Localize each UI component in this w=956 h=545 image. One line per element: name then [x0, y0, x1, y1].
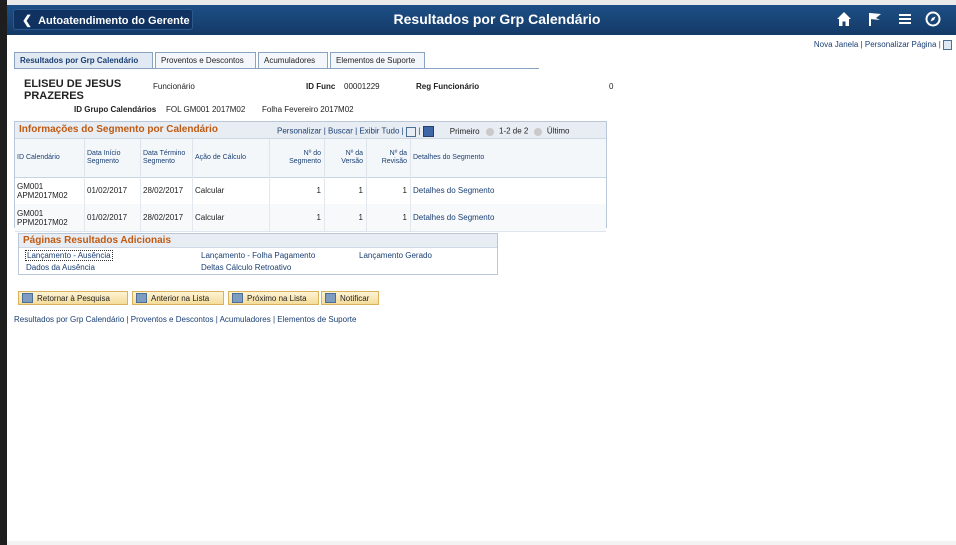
cell-action: Calcular [193, 177, 270, 204]
tab-resultados[interactable]: Resultados por Grp Calendário [14, 52, 153, 68]
link-lancamento-ausencia[interactable]: Lançamento - Ausência [25, 250, 113, 261]
cell-end: 28/02/2017 [141, 177, 193, 204]
window-left-edge [0, 0, 7, 545]
group-value: FOL GM001 2017M02 [166, 105, 246, 114]
table-row: GM001 APM2017M02 01/02/2017 28/02/2017 C… [15, 177, 606, 205]
cell-ver: 1 [325, 177, 367, 204]
new-window-link[interactable]: Nova Janela [814, 40, 858, 49]
cell-id: GM001 PPM2017M02 [15, 204, 85, 231]
top-links: Nova Janela | Personalizar Página | [814, 40, 952, 50]
tab-acumuladores[interactable]: Acumuladores [258, 52, 328, 68]
cell-seg: 1 [270, 204, 325, 231]
home-icon[interactable] [836, 11, 852, 32]
cell-rev: 1 [367, 177, 411, 204]
return-button-label: Retornar à Pesquisa [37, 294, 110, 303]
back-button[interactable]: ❮ Autoatendimento do Gerente [13, 9, 193, 30]
id-func-value: 00001229 [344, 82, 380, 91]
additional-pages-title: Páginas Resultados Adicionais [23, 235, 172, 246]
page-title: Resultados por Grp Calendário [393, 11, 601, 27]
group-description: Folha Fevereiro 2017M02 [262, 105, 354, 114]
nav-range: 1-2 de 2 [499, 126, 529, 136]
next-icon [232, 292, 243, 303]
cell-action: Calcular [193, 204, 270, 231]
previous-button-label: Anterior na Lista [151, 294, 210, 303]
cell-seg: 1 [270, 177, 325, 204]
nav-first[interactable]: Primeiro [450, 127, 480, 136]
col-detalhes: Detalhes do Segmento [413, 154, 485, 161]
cell-end: 28/02/2017 [141, 204, 193, 231]
table-row: GM001 PPM2017M02 01/02/2017 28/02/2017 C… [15, 204, 606, 232]
footer-strip [7, 541, 956, 545]
additional-pages: Páginas Resultados Adicionais Lançamento… [18, 233, 498, 275]
return-to-search-button[interactable]: Retornar à Pesquisa [18, 291, 128, 305]
reg-label: Reg Funcionário [416, 82, 480, 91]
grid-zoom-icon[interactable] [405, 126, 416, 137]
next-button-label: Próximo na Lista [247, 294, 307, 303]
segment-details-link[interactable]: Detalhes do Segmento [411, 204, 607, 231]
previous-icon [136, 292, 147, 303]
id-func-label: ID Func [306, 82, 336, 91]
excel-icon[interactable] [422, 126, 434, 137]
grid-toolbar: Personalizar | Buscar | Exibir Tudo | | … [277, 126, 570, 137]
segment-details-link[interactable]: Detalhes do Segmento [411, 177, 607, 204]
group-label: ID Grupo Calendários [74, 105, 157, 114]
next-in-list-button[interactable]: Próximo na Lista [228, 291, 319, 305]
notify-icon [325, 292, 336, 303]
cell-id: GM001 APM2017M02 [15, 177, 85, 204]
arrow-left-icon[interactable] [485, 127, 494, 136]
cell-start: 01/02/2017 [85, 177, 141, 204]
employee-role: Funcionário [153, 82, 195, 91]
compass-icon[interactable] [925, 11, 941, 32]
col-id-calendario: ID Calendário [15, 139, 85, 177]
link-lancamento-folha[interactable]: Lançamento - Folha Pagamento [201, 251, 315, 260]
cell-rev: 1 [367, 204, 411, 231]
col-data-termino: Data Término Segmento [141, 139, 193, 177]
chevron-left-icon: ❮ [22, 13, 33, 27]
nav-last[interactable]: Último [547, 127, 570, 136]
arrow-right-icon[interactable] [533, 127, 542, 136]
segment-grid-title: Informações do Segmento por Calendário [19, 124, 218, 135]
employee-name: ELISEU DE JESUS PRAZERES [24, 78, 122, 102]
tab-underline [14, 68, 539, 69]
col-data-inicio: Data Início Segmento [85, 139, 141, 177]
additional-pages-header: Páginas Resultados Adicionais [19, 234, 497, 248]
col-num-revisao: Nº da Revisão [367, 139, 411, 177]
back-button-label: Autoatendimento do Gerente [38, 15, 190, 27]
notify-button[interactable]: Notificar [321, 291, 379, 305]
flag-icon[interactable] [867, 11, 883, 32]
app-header: ❮ Autoatendimento do Gerente Resultados p… [7, 5, 956, 35]
col-acao-calculo: Ação de Cálculo [193, 139, 270, 177]
segment-grid-header: Informações do Segmento por Calendário P… [15, 122, 606, 139]
table-header: ID Calendário Data Início Segmento Data … [15, 139, 606, 178]
segment-grid: Informações do Segmento por Calendário P… [14, 121, 607, 232]
personalize-page-link[interactable]: Personalizar Página [865, 40, 937, 49]
reg-value: 0 [609, 82, 614, 91]
grid-icon[interactable] [943, 40, 952, 50]
menu-icon[interactable] [897, 11, 913, 32]
link-dados-ausencia[interactable]: Dados da Ausência [26, 263, 95, 272]
cell-start: 01/02/2017 [85, 204, 141, 231]
col-num-versao: Nº da Versão [325, 139, 367, 177]
link-lancamento-gerado[interactable]: Lançamento Gerado [359, 251, 432, 260]
notify-button-label: Notificar [340, 294, 370, 303]
tab-proventos[interactable]: Proventos e Descontos [155, 52, 256, 68]
bottom-page-links[interactable]: Resultados por Grp Calendário | Provento… [14, 315, 356, 324]
col-num-segmento: Nº do Segmento [270, 139, 325, 177]
previous-in-list-button[interactable]: Anterior na Lista [132, 291, 224, 305]
cell-ver: 1 [325, 204, 367, 231]
tab-elementos-suporte[interactable]: Elementos de Suporte [330, 52, 425, 68]
search-return-icon [22, 292, 33, 303]
grid-tools-links[interactable]: Personalizar | Buscar | Exibir Tudo | [277, 127, 404, 136]
link-deltas-calculo[interactable]: Deltas Cálculo Retroativo [201, 263, 291, 272]
